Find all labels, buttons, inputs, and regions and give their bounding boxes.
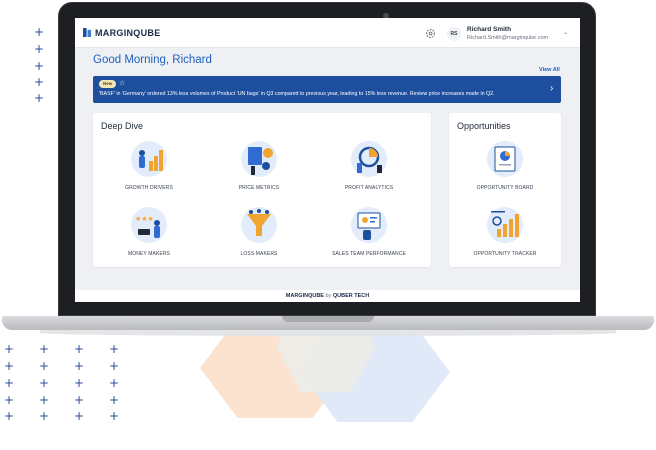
gear-icon[interactable]	[425, 28, 436, 39]
plus-icon: +	[38, 409, 50, 423]
footer-branding: MARGINQUBE by QUBER TECH	[75, 293, 580, 299]
chevron-right-icon[interactable]: ›	[550, 83, 553, 94]
tile-label: SALES TEAM PERFORMANCE	[332, 251, 406, 257]
plus-icon: +	[33, 75, 45, 89]
plus-icon: +	[33, 59, 45, 73]
plus-icon: +	[73, 376, 85, 390]
tile-label: OPPORTUNITY BOARD	[476, 185, 534, 191]
plus-icon: +	[73, 342, 85, 356]
brand-name[interactable]: MARGINQUBE	[95, 28, 161, 38]
new-badge: New	[99, 80, 117, 88]
tile-growth-drivers[interactable]: GROWTH DRIVERS	[99, 139, 199, 199]
view-all-link[interactable]: View All	[539, 67, 560, 73]
plus-icon: +	[33, 91, 45, 105]
insight-banner[interactable]: New ☆ 'BASF' in 'Germany' ordered 13% le…	[93, 76, 561, 103]
opportunities-title: Opportunities	[457, 121, 511, 131]
opportunities-card: Opportunities OPPORTUNITY BOARD OPPORTUN…	[449, 113, 561, 267]
plus-icon: +	[38, 342, 50, 356]
plus-icon: +	[73, 359, 85, 373]
deep-dive-title: Deep Dive	[101, 121, 144, 131]
plus-icon: +	[3, 359, 15, 373]
growth-drivers-illustration	[131, 141, 167, 177]
avatar: RS	[447, 27, 461, 41]
footer: MARGINQUBE by QUBER TECH	[75, 290, 580, 302]
chevron-down-icon[interactable]: ⌄	[563, 29, 568, 36]
tile-label: MONEY MAKERS	[128, 251, 170, 257]
user-name: Richard Smith	[467, 26, 512, 33]
money-makers-illustration: ★★★	[131, 207, 167, 243]
svg-text:★★★: ★★★	[135, 215, 154, 223]
tile-label: PRICE METRICS	[238, 185, 280, 191]
deep-dive-card: Deep Dive GROWTH DRIVERS PRICE METRICS P…	[93, 113, 431, 267]
loss-makers-illustration	[241, 207, 277, 243]
tile-money-makers[interactable]: ★★★ MONEY MAKERS	[99, 205, 199, 265]
price-metrics-illustration	[241, 141, 277, 177]
plus-icon: +	[3, 393, 15, 407]
footer-by: by	[325, 293, 332, 299]
plus-icon: +	[73, 409, 85, 423]
opportunity-tracker-illustration	[487, 207, 523, 243]
tile-opportunity-tracker[interactable]: OPPORTUNITY TRACKER	[455, 205, 555, 265]
plus-icon: +	[108, 342, 120, 356]
star-icon[interactable]: ☆	[119, 79, 125, 87]
user-email: Richard.Smith@marginqube.com	[467, 35, 549, 41]
plus-icon: +	[3, 376, 15, 390]
plus-icon: +	[3, 342, 15, 356]
top-bar: MARGINQUBE RS Richard Smith Richard.Smit…	[75, 18, 580, 48]
footer-brand: MARGINQUBE	[285, 293, 324, 299]
marginqube-logo-icon	[83, 28, 92, 37]
profit-analytics-illustration	[351, 141, 387, 177]
plus-icon: +	[108, 376, 120, 390]
tile-label: PROFIT ANALYTICS	[344, 185, 394, 191]
plus-icon: +	[108, 393, 120, 407]
tile-opportunity-board[interactable]: OPPORTUNITY BOARD	[455, 139, 555, 199]
tile-profit-analytics[interactable]: PROFIT ANALYTICS	[319, 139, 419, 199]
plus-icon: +	[3, 409, 15, 423]
plus-icon: +	[33, 25, 45, 39]
plus-icon: +	[33, 42, 45, 56]
plus-icon: +	[108, 409, 120, 423]
plus-icon: +	[38, 359, 50, 373]
tile-sales-team-performance[interactable]: SALES TEAM PERFORMANCE	[319, 205, 419, 265]
laptop-notch	[282, 316, 374, 322]
footer-company: QUBER TECH	[332, 293, 370, 299]
app-screen: MARGINQUBE RS Richard Smith Richard.Smit…	[75, 18, 580, 302]
plus-icon: +	[73, 393, 85, 407]
tile-label: LOSS MAKERS	[240, 251, 278, 257]
tile-label: OPPORTUNITY TRACKER	[473, 251, 537, 257]
laptop-shadow	[40, 330, 616, 336]
greeting-title: Good Morning, Richard	[93, 54, 212, 66]
plus-icon: +	[38, 376, 50, 390]
tile-label: GROWTH DRIVERS	[125, 185, 173, 191]
plus-icon: +	[38, 393, 50, 407]
insight-text: 'BASF' in 'Germany' ordered 13% less vol…	[99, 91, 495, 97]
opportunity-board-illustration	[487, 141, 523, 177]
plus-icon: +	[108, 359, 120, 373]
tile-price-metrics[interactable]: PRICE METRICS	[209, 139, 309, 199]
tile-loss-makers[interactable]: LOSS MAKERS	[209, 205, 309, 265]
sales-team-performance-illustration	[351, 207, 387, 243]
